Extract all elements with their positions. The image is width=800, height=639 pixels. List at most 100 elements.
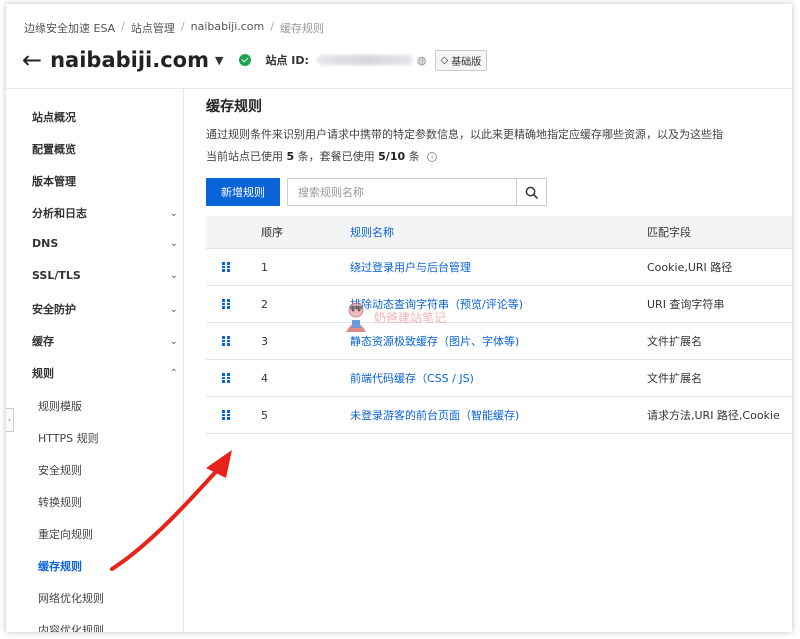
sidebar-item-label: SSL/TLS [32, 269, 81, 282]
usage-plan-count: 5/10 [378, 150, 406, 163]
sidebar-subitem-https-rules[interactable]: HTTPS 规则 [38, 430, 99, 446]
search-input[interactable] [287, 178, 517, 206]
rule-match-field: 文件扩展名 [647, 372, 702, 385]
sidebar-item-overview[interactable]: 站点概况 [32, 109, 178, 125]
table-row: 1 绕过登录用户与后台管理 Cookie,URI 路径 [206, 249, 792, 286]
rule-match-field: URI 查询字符串 [647, 298, 725, 311]
rule-order: 5 [261, 408, 268, 422]
sidebar-item-ssl-tls[interactable]: SSL/TLS ⌄ [32, 269, 178, 282]
sidebar-item-label: 规则 [32, 367, 54, 380]
usage-suffix: 条 [408, 150, 420, 163]
sidebar-subitem-rule-templates[interactable]: 规则模版 [38, 398, 82, 414]
site-id-value-redacted [316, 55, 413, 65]
site-name[interactable]: naibabiji.com [50, 48, 209, 72]
rule-match-field: 文件扩展名 [647, 335, 702, 348]
sidebar-subitem-transform-rules[interactable]: 转换规则 [38, 494, 82, 510]
drag-handle-icon[interactable] [222, 323, 230, 359]
chevron-up-icon: ⌃ [169, 367, 178, 379]
chevron-down-icon: ⌄ [169, 207, 178, 219]
main-content: 缓存规则 通过规则条件来识别用户请求中携带的特定参数信息，以此来更精确地指定应缓… [206, 96, 792, 434]
search-icon [525, 186, 538, 199]
sidebar-item-label: 缓存 [32, 335, 54, 348]
breadcrumb-item-site-management[interactable]: 站点管理 [131, 20, 175, 36]
sidebar-item-cache[interactable]: 缓存 ⌄ [32, 333, 178, 349]
drag-handle-icon[interactable] [222, 286, 230, 322]
rule-name-link[interactable]: 前端代码缓存（CSS / JS) [350, 360, 474, 396]
sidebar-collapse-handle[interactable]: › [6, 408, 14, 432]
rule-match-field: 请求方法,URI 路径,Cookie [647, 409, 780, 422]
sidebar-item-label: DNS [32, 237, 59, 250]
plan-badge[interactable]: ◇ 基础版 [434, 49, 488, 71]
sidebar: 站点概况 配置概览 版本管理 分析和日志 ⌄ DNS ⌄ SSL/TLS ⌄ 安… [6, 89, 184, 632]
watermark-logo-icon [346, 302, 366, 332]
rule-order: 2 [261, 297, 268, 311]
caret-down-icon[interactable]: ▼ [215, 54, 223, 67]
page-description: 通过规则条件来识别用户请求中携带的特定参数信息，以此来更精确地指定应缓存哪些资源… [206, 128, 723, 141]
watermark-text: 奶爸建站笔记 [374, 310, 447, 325]
drag-handle-icon[interactable] [222, 397, 230, 433]
usage-summary: 当前站点已使用 5 条，套餐已使用 5/10 条 i [206, 148, 438, 164]
sidebar-item-label: 分析和日志 [32, 207, 87, 220]
rule-name-link[interactable]: 绕过登录用户与后台管理 [350, 249, 471, 285]
new-rule-button[interactable]: 新增规则 [206, 178, 280, 206]
rules-table: 顺序 规则名称 匹配字段 1 绕过登录用户与后台管理 Cookie,URI 路径… [206, 216, 792, 434]
rule-match-field: Cookie,URI 路径 [647, 261, 733, 274]
sidebar-item-label: 配置概览 [32, 143, 76, 156]
sidebar-subitem-network-optimization-rules[interactable]: 网络优化规则 [38, 590, 104, 606]
table-row: 4 前端代码缓存（CSS / JS) 文件扩展名 [206, 360, 792, 397]
sidebar-subitem-cache-rules[interactable]: 缓存规则 [38, 558, 82, 574]
breadcrumb-item-esa[interactable]: 边缘安全加速 ESA [24, 20, 115, 36]
rule-order: 3 [261, 334, 268, 348]
rule-order: 1 [261, 260, 268, 274]
column-header-name: 规则名称 [350, 226, 394, 239]
copy-icon[interactable]: ◍ [417, 54, 427, 67]
app-window: 边缘安全加速 ESA / 站点管理 / naibabiji.com / 缓存规则… [6, 4, 792, 632]
tag-icon: ◇ [440, 54, 449, 66]
status-check-icon [239, 54, 252, 66]
watermark: 奶爸建站笔记 [342, 300, 446, 334]
sidebar-item-version-management[interactable]: 版本管理 [32, 173, 178, 189]
chevron-down-icon: ⌄ [169, 238, 178, 249]
breadcrumb-item-current: 缓存规则 [279, 22, 324, 35]
sidebar-subitem-content-optimization-rules[interactable]: 内容优化规则 [38, 622, 104, 632]
sidebar-subitem-security-rules[interactable]: 安全规则 [38, 462, 82, 478]
breadcrumb-separator: / [121, 20, 125, 33]
rule-name-link[interactable]: 未登录游客的前台页面（智能缓存) [350, 397, 519, 433]
sidebar-item-label: 版本管理 [32, 175, 76, 188]
plan-badge-label: 基础版 [451, 56, 482, 68]
breadcrumb: 边缘安全加速 ESA / 站点管理 / naibabiji.com / 缓存规则 [24, 20, 324, 36]
sidebar-item-analytics-logs[interactable]: 分析和日志 ⌄ [32, 205, 178, 221]
info-icon[interactable]: i [427, 152, 438, 162]
breadcrumb-separator: / [270, 20, 274, 33]
rule-order: 4 [261, 371, 268, 385]
drag-handle-icon[interactable] [222, 360, 230, 396]
sidebar-item-label: 安全防护 [32, 303, 76, 316]
column-header-order: 顺序 [261, 226, 283, 239]
table-row: 3 静态资源极致缓存（图片、字体等) 文件扩展名 [206, 323, 792, 360]
sidebar-item-security[interactable]: 安全防护 ⌄ [32, 301, 178, 317]
breadcrumb-separator: / [180, 20, 185, 33]
chevron-down-icon: ⌄ [169, 270, 178, 281]
page-title: 缓存规则 [206, 99, 262, 115]
chevron-down-icon: ⌄ [169, 303, 178, 315]
site-id-label: 站点 ID: [265, 54, 309, 67]
sidebar-item-config-overview[interactable]: 配置概览 [32, 141, 178, 157]
toolbar: 新增规则 [206, 178, 547, 206]
search-button[interactable] [517, 178, 547, 206]
sidebar-item-dns[interactable]: DNS ⌄ [32, 237, 178, 250]
site-header: ← naibabiji.com ▼ 站点 ID: ◍ ◇ 基础版 [22, 48, 488, 72]
breadcrumb-item-site[interactable]: naibabiji.com [191, 20, 265, 36]
drag-handle-icon[interactable] [222, 249, 230, 285]
sidebar-subitem-redirect-rules[interactable]: 重定向规则 [38, 526, 93, 542]
table-row: 5 未登录游客的前台页面（智能缓存) 请求方法,URI 路径,Cookie [206, 397, 792, 434]
usage-site-count: 5 [286, 150, 295, 163]
sidebar-item-label: 站点概况 [32, 111, 76, 124]
usage-mid: 条，套餐已使用 [297, 150, 375, 163]
chevron-down-icon: ⌄ [169, 335, 178, 347]
table-header: 顺序 规则名称 匹配字段 [206, 216, 792, 249]
sidebar-item-rules[interactable]: 规则 ⌃ [32, 365, 178, 381]
usage-prefix: 当前站点已使用 [206, 150, 283, 163]
table-row: 2 排除动态查询字符串（预览/评论等) URI 查询字符串 [206, 286, 792, 323]
column-header-field: 匹配字段 [647, 226, 691, 239]
back-arrow-icon[interactable]: ← [22, 48, 42, 72]
